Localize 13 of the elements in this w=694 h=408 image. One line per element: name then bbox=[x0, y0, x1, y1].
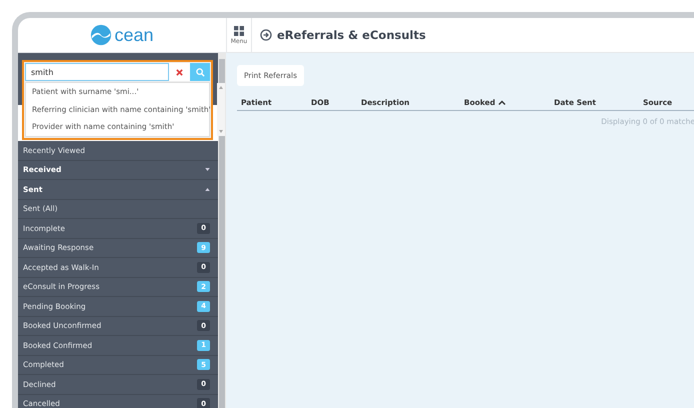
search-icon bbox=[196, 68, 204, 76]
clear-button[interactable] bbox=[169, 63, 190, 81]
scroll-up-icon[interactable] bbox=[218, 86, 223, 89]
grid-icon bbox=[234, 26, 244, 36]
scroll-down-icon[interactable] bbox=[218, 130, 223, 132]
close-icon bbox=[176, 68, 183, 76]
logo-icon bbox=[90, 24, 112, 46]
search-field[interactable]: smith bbox=[25, 63, 169, 81]
page-title: eReferrals & eConsults bbox=[277, 28, 426, 42]
search-button[interactable] bbox=[190, 63, 210, 81]
arrow-circle-icon bbox=[260, 29, 272, 41]
scrollbar[interactable] bbox=[216, 83, 225, 136]
logo-text: cean bbox=[114, 24, 154, 46]
